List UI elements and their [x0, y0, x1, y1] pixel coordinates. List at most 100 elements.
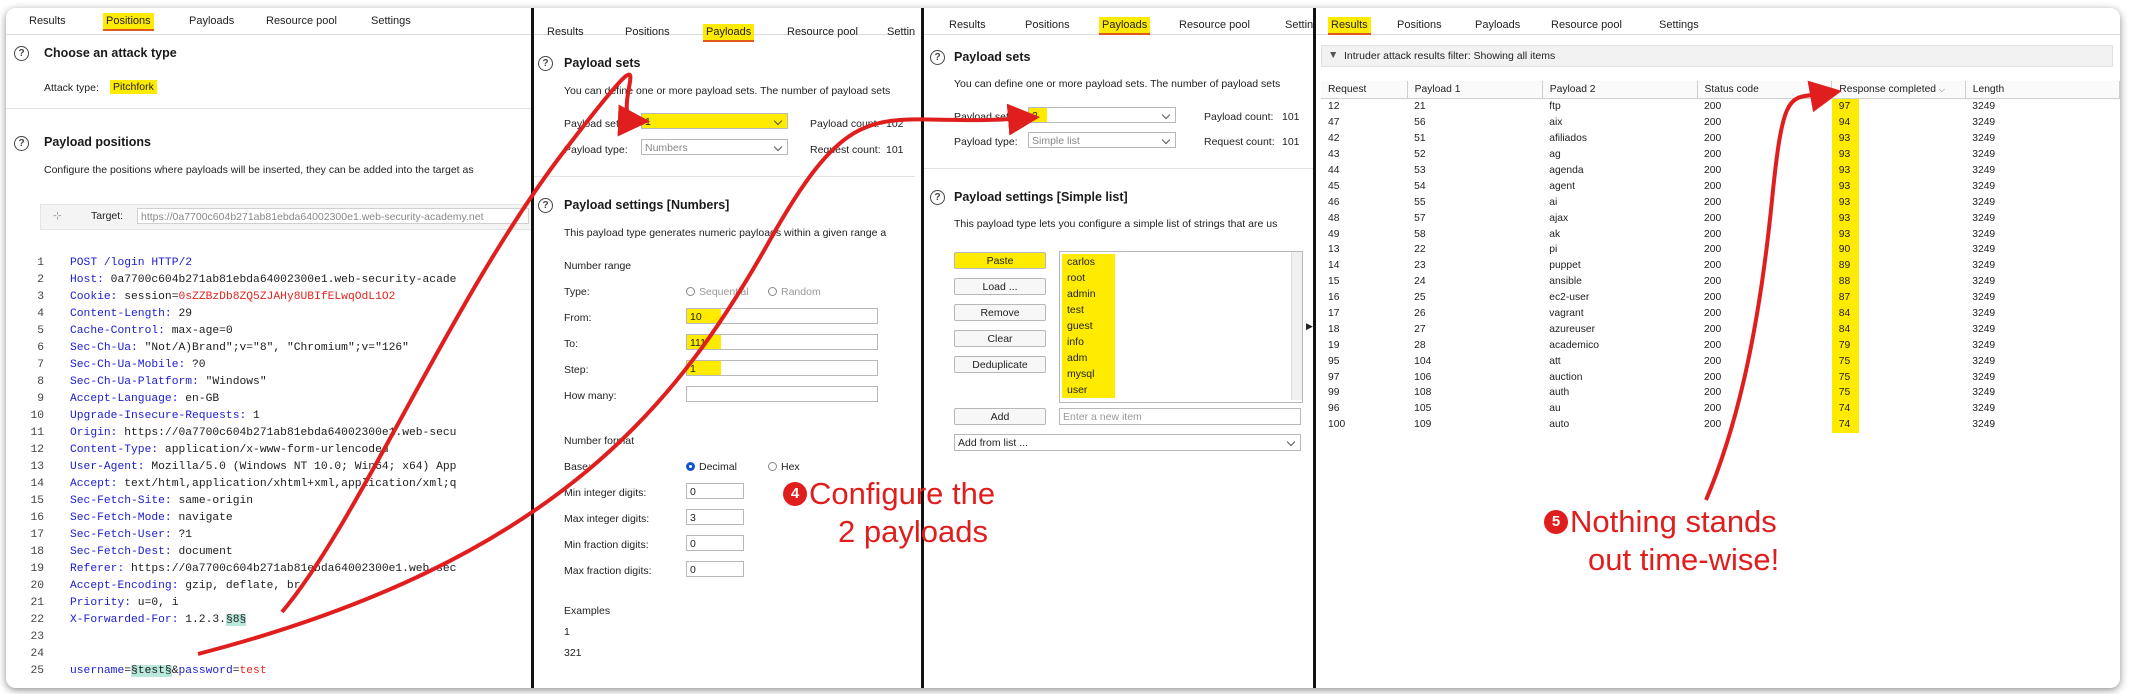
tab-resource-pool[interactable]: Resource pool [1176, 17, 1253, 33]
payload-list-item[interactable]: admin [1062, 286, 1115, 302]
help-icon[interactable]: ? [930, 50, 945, 65]
help-icon[interactable]: ? [538, 56, 553, 71]
table-row[interactable]: 95 104 att 200 75 3249 [1321, 353, 2120, 370]
col-status-code[interactable]: Status code [1697, 81, 1833, 99]
table-row[interactable]: 46 55 ai 200 93 3249 [1321, 194, 2120, 211]
from-input[interactable]: 10 [686, 308, 878, 324]
new-item-input[interactable]: Enter a new item [1059, 408, 1301, 425]
payload-set-select[interactable]: 1 [641, 113, 788, 129]
tab-results[interactable]: Results [946, 17, 989, 33]
table-row[interactable]: 47 56 aix 200 94 3249 [1321, 114, 2120, 131]
help-icon[interactable]: ? [930, 190, 945, 205]
help-icon[interactable]: ? [538, 198, 553, 213]
payload-list-item[interactable]: adm [1062, 350, 1115, 366]
attack-type-select[interactable]: Pitchfork [110, 80, 157, 94]
tab-bar: Results Positions Payloads Resource pool… [6, 8, 531, 35]
payload-list-item[interactable]: carlos [1062, 254, 1115, 270]
min-fraction-input[interactable]: 0 [686, 535, 744, 551]
code-line: Sec-Fetch-User: ?1 [70, 527, 192, 544]
tab-resource-pool[interactable]: Resource pool [263, 13, 340, 29]
cell-status-code: 200 [1704, 196, 1722, 208]
table-row[interactable]: 15 24 ansible 200 88 3249 [1321, 273, 2120, 290]
table-row[interactable]: 42 51 afiliados 200 93 3249 [1321, 130, 2120, 147]
table-row[interactable]: 100 109 auto 200 74 3249 [1321, 416, 2120, 433]
table-row[interactable]: 96 105 au 200 74 3249 [1321, 400, 2120, 417]
tab-results[interactable]: Results [544, 24, 587, 40]
target-input[interactable]: https://0a7700c604b271ab81ebda64002300e1… [137, 208, 529, 224]
table-row[interactable]: 18 27 azureuser 200 84 3249 [1321, 321, 2120, 338]
request-editor[interactable]: 1 POST /login HTTP/2 2 Host: 0a7700c604b271… [6, 248, 531, 678]
tab-positions[interactable]: Positions [1022, 17, 1073, 33]
table-row[interactable]: 12 21 ftp 200 97 3249 [1321, 98, 2120, 115]
how-many-input[interactable] [686, 386, 878, 402]
col-length[interactable]: Length [1965, 81, 2120, 99]
col-request[interactable]: Request [1321, 81, 1408, 99]
table-row[interactable]: 45 54 agent 200 93 3249 [1321, 178, 2120, 195]
tab-settings[interactable]: Settin [1282, 17, 1313, 33]
col-response-completed[interactable]: Response completed ⌵ [1831, 81, 1966, 99]
sequential-radio[interactable]: Sequential [686, 286, 749, 298]
tab-positions[interactable]: Positions [103, 13, 154, 31]
table-row[interactable]: 99 108 auth 200 75 3249 [1321, 385, 2120, 401]
add-button[interactable]: Add [954, 408, 1046, 425]
payload-type-select[interactable]: Simple list [1028, 132, 1176, 148]
deduplicate-button[interactable]: Deduplicate [954, 356, 1046, 373]
table-row[interactable]: 48 57 ajax 200 93 3249 [1321, 210, 2120, 227]
decimal-radio[interactable]: Decimal [686, 461, 737, 473]
tab-results[interactable]: Results [1328, 17, 1371, 35]
payload-list-item[interactable]: test [1062, 302, 1115, 318]
table-row[interactable]: 43 52 ag 200 93 3249 [1321, 146, 2120, 163]
table-row[interactable]: 97 106 auction 200 75 3249 [1321, 369, 2120, 386]
scrollbar[interactable] [1291, 252, 1302, 400]
table-row[interactable]: 49 58 ak 200 93 3249 [1321, 226, 2120, 243]
max-integer-input[interactable]: 3 [686, 509, 744, 525]
to-input[interactable]: 111 [686, 334, 878, 350]
payload-list-item[interactable]: info [1062, 334, 1115, 350]
load-button[interactable]: Load ... [954, 278, 1046, 295]
paste-button[interactable]: Paste [954, 252, 1046, 269]
tab-positions[interactable]: Positions [1394, 17, 1445, 33]
remove-button[interactable]: Remove [954, 304, 1046, 321]
table-row[interactable]: 16 25 ec2-user 200 87 3249 [1321, 289, 2120, 306]
min-integer-input[interactable]: 0 [686, 483, 744, 499]
help-icon[interactable]: ? [14, 46, 29, 61]
table-row[interactable]: 14 23 puppet 200 89 3249 [1321, 257, 2120, 274]
table-row[interactable]: 44 53 agenda 200 93 3249 [1321, 162, 2120, 179]
hex-radio[interactable]: Hex [768, 461, 800, 473]
payload-type-select[interactable]: Numbers [641, 139, 788, 155]
max-fraction-input[interactable]: 0 [686, 561, 744, 577]
tab-payloads[interactable]: Payloads [186, 13, 237, 29]
expand-arrow-icon[interactable]: ▶ [1306, 321, 1313, 332]
tab-resource-pool[interactable]: Resource pool [1548, 17, 1625, 33]
tab-payloads[interactable]: Payloads [1099, 17, 1151, 35]
tab-payloads[interactable]: Payloads [1472, 17, 1523, 33]
cell-payload1: 108 [1414, 387, 1432, 399]
tab-settings[interactable]: Settings [1656, 17, 1702, 33]
table-row[interactable]: 17 26 vagrant 200 84 3249 [1321, 305, 2120, 322]
add-from-list-select[interactable]: Add from list ... [954, 434, 1301, 451]
tab-results[interactable]: Results [26, 13, 69, 29]
table-row[interactable]: 13 22 pi 200 90 3249 [1321, 242, 2120, 258]
cell-request: 96 [1328, 403, 1340, 415]
payload-list[interactable]: carlos root admin test guest info adm mysql user [1059, 251, 1303, 403]
clear-button[interactable]: Clear [954, 330, 1046, 347]
tab-positions[interactable]: Positions [622, 24, 673, 40]
random-radio[interactable]: Random [768, 286, 821, 298]
tab-settings[interactable]: Settin [884, 24, 915, 40]
step-input[interactable]: 1 [686, 360, 878, 376]
payload-list-item[interactable]: mysql [1062, 366, 1115, 382]
col-payload2[interactable]: Payload 2 [1542, 81, 1698, 99]
tab-payloads[interactable]: Payloads [703, 24, 755, 42]
payload-list-item[interactable]: root [1062, 270, 1115, 286]
payload-list-item[interactable]: guest [1062, 318, 1115, 334]
cell-status-code: 200 [1704, 339, 1722, 351]
payload-list-item[interactable]: user [1062, 382, 1115, 398]
table-row[interactable]: 19 28 academico 200 79 3249 [1321, 337, 2120, 354]
payload-set-select[interactable]: 2 [1028, 107, 1176, 123]
cell-payload1: 21 [1414, 101, 1426, 113]
filter-bar[interactable]: ▼ Intruder attack results filter: Showin… [1321, 45, 2113, 67]
tab-resource-pool[interactable]: Resource pool [784, 24, 861, 40]
tab-settings[interactable]: Settings [368, 13, 414, 29]
col-payload1[interactable]: Payload 1 [1407, 81, 1543, 99]
help-icon[interactable]: ? [14, 136, 29, 151]
